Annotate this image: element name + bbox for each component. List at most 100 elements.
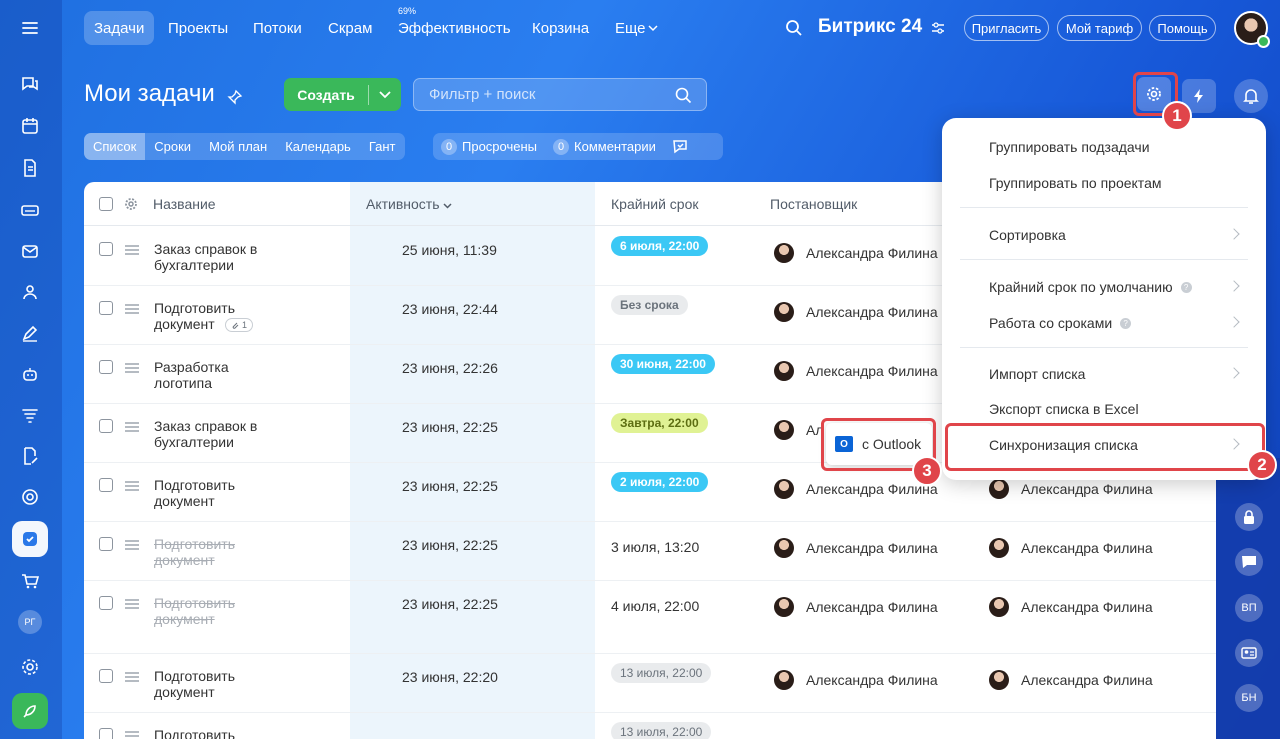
deadline-badge[interactable]: 6 июля, 22:00 [611,236,709,256]
cart-icon[interactable] [12,563,48,599]
column-deadline[interactable]: Крайний срок [611,196,699,212]
row-checkbox[interactable] [99,669,113,683]
tab-gantt[interactable]: Гант [360,133,405,160]
deadline-badge[interactable]: 13 июля, 22:00 [611,663,712,683]
user-initials-avatar[interactable]: РГ [12,604,48,640]
row-checkbox[interactable] [99,537,113,551]
sign-icon[interactable] [12,315,48,351]
responsible[interactable]: Александра Филина [989,597,1153,617]
row-checkbox[interactable] [99,728,113,739]
filter-search-input[interactable]: Фильтр + поиск [413,78,707,111]
table-row[interactable]: Подготовить 13 июля, 22:00 [84,713,1216,739]
menu-icon[interactable] [12,10,48,46]
row-checkbox[interactable] [99,301,113,315]
select-all-checkbox[interactable] [99,197,113,211]
search-field-icon[interactable] [675,87,692,104]
invite-button[interactable]: Пригласить [964,15,1049,41]
tab-projects[interactable]: Проекты [158,11,238,45]
tab-list[interactable]: Список [84,133,146,160]
deadline-text[interactable]: 4 июля, 22:00 [611,596,699,616]
chat-icon[interactable] [12,66,48,102]
drag-handle-icon[interactable] [125,304,139,314]
creator[interactable]: Александра Филина [774,597,938,617]
deadline-badge[interactable]: Без срока [611,295,688,315]
contact-bn[interactable]: БН [1235,684,1263,712]
notifications-button[interactable] [1234,79,1268,113]
table-row[interactable]: Подготовить документ 23 июня, 22:25 4 ию… [84,581,1216,654]
column-activity[interactable]: Активность [366,196,452,212]
row-checkbox[interactable] [99,419,113,433]
creator[interactable]: Александра Филина [774,302,938,322]
creator[interactable]: Александра Филина [774,538,938,558]
deadline-badge[interactable]: 2 июля, 22:00 [611,472,709,492]
help-button[interactable]: Помощь [1149,15,1216,41]
row-checkbox[interactable] [99,360,113,374]
menu-item-group-subtasks[interactable]: Группировать подзадачи [989,139,1150,155]
row-checkbox[interactable] [99,242,113,256]
help-hint-icon[interactable]: ? [1120,317,1132,329]
drag-handle-icon[interactable] [125,599,139,609]
help-hint-icon[interactable]: ? [1180,281,1192,293]
drag-handle-icon[interactable] [125,540,139,550]
creator[interactable]: Александра Филина [774,361,938,381]
read-all-icon[interactable] [672,138,690,156]
filter-funnel-icon[interactable] [12,397,48,433]
responsible[interactable]: Александра Филина [989,670,1153,690]
deadline-badge[interactable]: Завтра, 22:00 [611,413,708,433]
row-checkbox[interactable] [99,478,113,492]
table-row[interactable]: Подготовить документ 23 июня, 22:20 13 и… [84,654,1216,713]
deadline-badge[interactable]: 30 июня, 22:00 [611,354,715,374]
lock-icon[interactable] [1235,503,1263,531]
menu-item-group-projects[interactable]: Группировать по проектам [989,175,1161,191]
task-title[interactable]: Заказ справок в бухгалтерии [154,241,304,273]
tab-my-plan[interactable]: Мой план [200,133,276,160]
attachment-counter[interactable]: 1 [225,318,254,332]
drag-handle-icon[interactable] [125,245,139,255]
tab-deadlines[interactable]: Сроки [145,133,200,160]
menu-item-deadlines[interactable]: Работа со сроками? [989,315,1132,331]
tab-efficiency[interactable]: Эффективность [388,11,521,45]
drag-handle-icon[interactable] [125,672,139,682]
rocket-icon[interactable] [12,693,48,729]
settings-sliders-icon[interactable] [931,22,945,34]
drag-handle-icon[interactable] [125,422,139,432]
drag-handle-icon[interactable] [125,731,139,739]
menu-item-sorting[interactable]: Сортировка [989,227,1066,243]
task-title[interactable]: Подготовить документ [154,668,264,700]
drag-handle-icon[interactable] [125,363,139,373]
create-dropdown-chevron-icon[interactable] [379,90,391,99]
pin-icon[interactable] [227,89,243,105]
task-title[interactable]: Подготовить документ [154,477,264,509]
chat-bubble-icon[interactable] [1235,548,1263,576]
responsible[interactable]: Александра Филина [989,538,1153,558]
creator[interactable]: Ал [774,420,824,440]
tariff-button[interactable]: Мой тариф [1057,15,1142,41]
task-title[interactable]: Подготовить документ [154,595,264,627]
tab-scrum[interactable]: Скрам [318,11,382,45]
tab-trash[interactable]: Корзина [522,11,599,45]
menu-item-import[interactable]: Импорт списка [989,366,1085,382]
document-icon[interactable] [12,150,48,186]
counter-overdue[interactable]: 0 Просрочены [433,133,545,160]
tasks-icon[interactable] [12,521,48,557]
drag-handle-icon[interactable] [125,481,139,491]
task-title[interactable]: Заказ справок в бухгалтерии [154,418,304,450]
tab-tasks[interactable]: Задачи [84,11,155,45]
creator[interactable]: Александра Филина [774,243,938,263]
group-icon[interactable] [12,274,48,310]
target-icon[interactable] [12,479,48,515]
column-settings-gear-icon[interactable] [124,197,138,211]
menu-item-default-deadline[interactable]: Крайний срок по умолчанию? [989,279,1192,295]
column-name[interactable]: Название [153,196,216,212]
contact-vp[interactable]: ВП [1235,594,1263,622]
search-icon[interactable] [785,19,803,37]
menu-item-export-excel[interactable]: Экспорт списка в Excel [989,401,1139,417]
settings-gear-icon[interactable] [12,649,48,685]
drive-icon[interactable] [12,192,48,228]
mail-icon[interactable] [12,233,48,269]
deadline-badge[interactable]: 13 июля, 22:00 [611,722,712,739]
responsible[interactable]: Александра Филина [989,479,1153,499]
contact-card-icon[interactable] [1235,639,1263,667]
deadline-text[interactable]: 3 июля, 13:20 [611,537,699,557]
table-row[interactable]: Подготовить документ 23 июня, 22:25 3 ию… [84,522,1216,581]
